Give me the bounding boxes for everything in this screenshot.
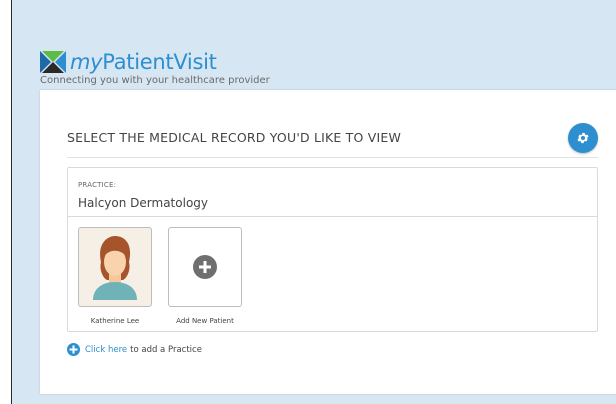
logo[interactable]: myPatientVisit	[40, 50, 217, 74]
add-practice-icon[interactable]	[67, 343, 80, 356]
patient-tile[interactable]	[78, 227, 152, 307]
settings-button[interactable]	[568, 123, 598, 153]
logo-mark-icon	[40, 51, 66, 73]
practice-label: PRACTICE:	[78, 181, 117, 189]
add-practice-link[interactable]: Click here	[85, 345, 127, 355]
page-title: SELECT THE MEDICAL RECORD YOU'D LIKE TO …	[67, 130, 402, 145]
add-new-patient-label: Add New Patient	[176, 317, 234, 325]
app-frame: myPatientVisit Connecting you with your …	[11, 0, 616, 404]
add-practice-text: to add a Practice	[130, 344, 202, 355]
practice-divider	[68, 216, 597, 217]
patient-name: Katherine Lee	[90, 317, 140, 325]
plus-icon	[69, 345, 78, 354]
practice-panel: PRACTICE: Halcyon Dermatology Katherine …	[67, 167, 598, 332]
brand-name: myPatientVisit	[70, 50, 217, 74]
practice-name: Halcyon Dermatology	[78, 196, 209, 210]
gear-icon	[577, 132, 589, 144]
patient-avatar-icon	[93, 236, 137, 300]
tagline: Connecting you with your healthcare prov…	[40, 75, 270, 86]
record-selection-card: SELECT THE MEDICAL RECORD YOU'D LIKE TO …	[40, 90, 616, 394]
add-practice-row: Click here to add a Practice	[67, 343, 202, 356]
title-divider	[67, 157, 598, 158]
add-new-patient-tile[interactable]	[168, 227, 242, 307]
plus-circle-icon	[193, 255, 217, 279]
